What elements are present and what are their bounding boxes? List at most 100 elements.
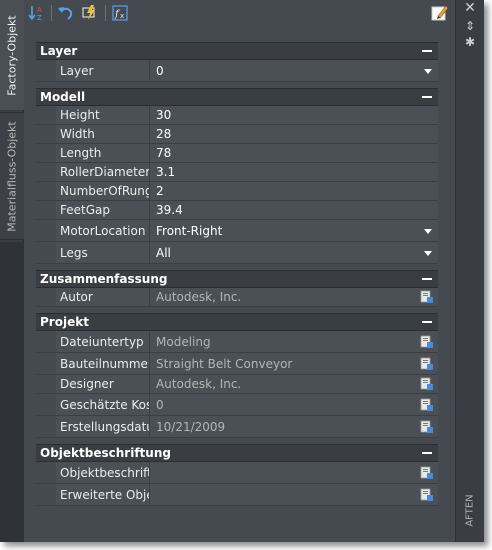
category-title: Layer	[40, 44, 78, 58]
property-row-dateiuntertyp[interactable]: Dateiuntertyp Modeling	[36, 331, 438, 353]
sort-icon[interactable]: A Z	[27, 3, 47, 23]
property-value-dropdown[interactable]: All	[150, 242, 438, 263]
property-name: Bauteilnummer	[56, 353, 150, 374]
svg-text:x: x	[120, 12, 124, 20]
property-value: 0	[156, 398, 164, 412]
property-value-field[interactable]: Autodesk, Inc.	[150, 375, 438, 393]
insert-field-icon[interactable]	[420, 290, 434, 304]
property-name: Designer	[56, 375, 150, 393]
insert-field-icon[interactable]	[420, 377, 434, 391]
collapse-icon[interactable]	[422, 96, 432, 98]
property-value-input[interactable]: 2	[150, 182, 438, 200]
property-value-input[interactable]: 78	[150, 144, 438, 162]
property-row-height[interactable]: Height 30	[36, 106, 438, 125]
property-row-object-label[interactable]: Objektbeschriftu	[36, 462, 438, 484]
insert-field-icon[interactable]	[420, 398, 434, 412]
category-objektbeschriftung: Objektbeschriftung Objektbeschriftu Erwe…	[36, 444, 438, 506]
property-value: Modeling	[156, 335, 211, 349]
property-row-number-of-rungs[interactable]: NumberOfRungs 2	[36, 182, 438, 201]
collapse-icon[interactable]	[422, 452, 432, 454]
property-name: Width	[56, 125, 150, 143]
property-value-field[interactable]: 0	[150, 394, 438, 415]
left-tab-strip: Factory-Objekt Materialfluss-Objekt	[0, 0, 24, 542]
collapse-icon[interactable]	[422, 278, 432, 280]
category-header-layer[interactable]: Layer	[36, 42, 438, 60]
property-value-dropdown[interactable]: 0	[150, 60, 438, 81]
property-row-extended-object-label[interactable]: Erweiterte Objekt	[36, 484, 438, 506]
toolbar: A Z f x	[25, 0, 455, 30]
property-value-input[interactable]: 39.4	[150, 201, 438, 219]
property-name: Layer	[56, 60, 150, 81]
quick-select-icon[interactable]	[80, 3, 100, 23]
palette-title-bar[interactable]: AFTEN	[456, 480, 485, 540]
right-strip: ✕ ⇕ ✱ AFTEN	[455, 0, 484, 542]
insert-field-icon[interactable]	[420, 420, 434, 434]
property-row-feet-gap[interactable]: FeetGap 39.4	[36, 201, 438, 220]
property-row-designer[interactable]: Designer Autodesk, Inc.	[36, 375, 438, 394]
property-value: All	[156, 246, 171, 260]
undo-icon[interactable]	[56, 3, 76, 23]
property-row-motor-location[interactable]: MotorLocation Front-Right	[36, 220, 438, 242]
property-name: Erweiterte Objekt	[56, 484, 150, 505]
collapse-icon[interactable]	[422, 50, 432, 52]
toolbar-separator	[51, 5, 52, 21]
chevron-down-icon[interactable]	[424, 251, 432, 256]
property-value-input[interactable]: 28	[150, 125, 438, 143]
svg-text:A: A	[37, 6, 42, 14]
insert-field-icon[interactable]	[420, 466, 434, 480]
property-value-input[interactable]: 30	[150, 106, 438, 124]
chevron-down-icon[interactable]	[424, 229, 432, 234]
property-name: Dateiuntertyp	[56, 331, 150, 352]
insert-field-icon[interactable]	[420, 357, 434, 371]
property-name: Legs	[56, 242, 150, 263]
property-row-width[interactable]: Width 28	[36, 125, 438, 144]
property-row-roller-diameter[interactable]: RollerDiameter 3.1	[36, 163, 438, 182]
property-name: Erstellungsdatum	[56, 416, 150, 437]
chevron-down-icon[interactable]	[424, 69, 432, 74]
property-name: Geschätzte Koste	[56, 394, 150, 415]
property-value-field[interactable]: 10/21/2009	[150, 416, 438, 437]
edit-icon[interactable]	[430, 3, 450, 23]
settings-icon[interactable]: ✱	[460, 34, 480, 50]
auto-hide-icon[interactable]: ⇕	[460, 18, 480, 34]
properties-palette-window: Factory-Objekt Materialfluss-Objekt A Z	[0, 0, 484, 542]
category-header-zusammenfassung[interactable]: Zusammenfassung	[36, 270, 438, 288]
property-value-dropdown[interactable]: Front-Right	[150, 220, 438, 241]
property-name: Length	[56, 144, 150, 162]
property-row-length[interactable]: Length 78	[36, 144, 438, 163]
category-modell: Modell Height 30 Width 28 Length 78 Roll…	[36, 88, 438, 264]
collapse-icon[interactable]	[422, 321, 432, 323]
category-header-projekt[interactable]: Projekt	[36, 313, 438, 331]
property-row-creation-date[interactable]: Erstellungsdatum 10/21/2009	[36, 416, 438, 438]
category-header-modell[interactable]: Modell	[36, 88, 438, 106]
property-row-layer[interactable]: Layer 0	[36, 60, 438, 82]
property-row-legs[interactable]: Legs All	[36, 242, 438, 264]
close-icon[interactable]: ✕	[460, 0, 480, 16]
tab-factory-object[interactable]: Factory-Objekt	[0, 0, 24, 110]
property-row-autor[interactable]: Autor Autodesk, Inc.	[36, 288, 438, 307]
property-value: 0	[156, 64, 164, 78]
property-row-estimated-cost[interactable]: Geschätzte Koste 0	[36, 394, 438, 416]
property-value-field[interactable]	[150, 484, 438, 505]
property-value-field[interactable]: Straight Belt Conveyor	[150, 353, 438, 374]
property-name: Height	[56, 106, 150, 124]
tab-material-flow-object[interactable]: Materialfluss-Objekt	[0, 112, 24, 240]
property-value-field[interactable]: Autodesk, Inc.	[150, 288, 438, 306]
property-value-input[interactable]: 3.1	[150, 163, 438, 181]
property-value-field[interactable]: Modeling	[150, 331, 438, 352]
palette-title-label: AFTEN	[465, 493, 477, 527]
insert-field-icon[interactable]	[420, 488, 434, 502]
property-value-field[interactable]	[150, 462, 438, 483]
category-title: Modell	[40, 90, 86, 104]
toolbar-separator	[105, 5, 106, 21]
insert-field-icon[interactable]	[420, 335, 434, 349]
property-grid: Layer Layer 0 Modell Height 30 Width 28 …	[36, 42, 438, 512]
function-icon[interactable]: f x	[111, 3, 131, 23]
property-name: FeetGap	[56, 201, 150, 219]
svg-text:Z: Z	[37, 14, 42, 22]
property-value: 10/21/2009	[156, 420, 226, 434]
tab-factory-object-label: Factory-Objekt	[5, 14, 19, 96]
tab-strip-background	[0, 242, 24, 542]
category-header-objektbeschriftung[interactable]: Objektbeschriftung	[36, 444, 438, 462]
property-row-bauteilnummer[interactable]: Bauteilnummer Straight Belt Conveyor	[36, 353, 438, 375]
